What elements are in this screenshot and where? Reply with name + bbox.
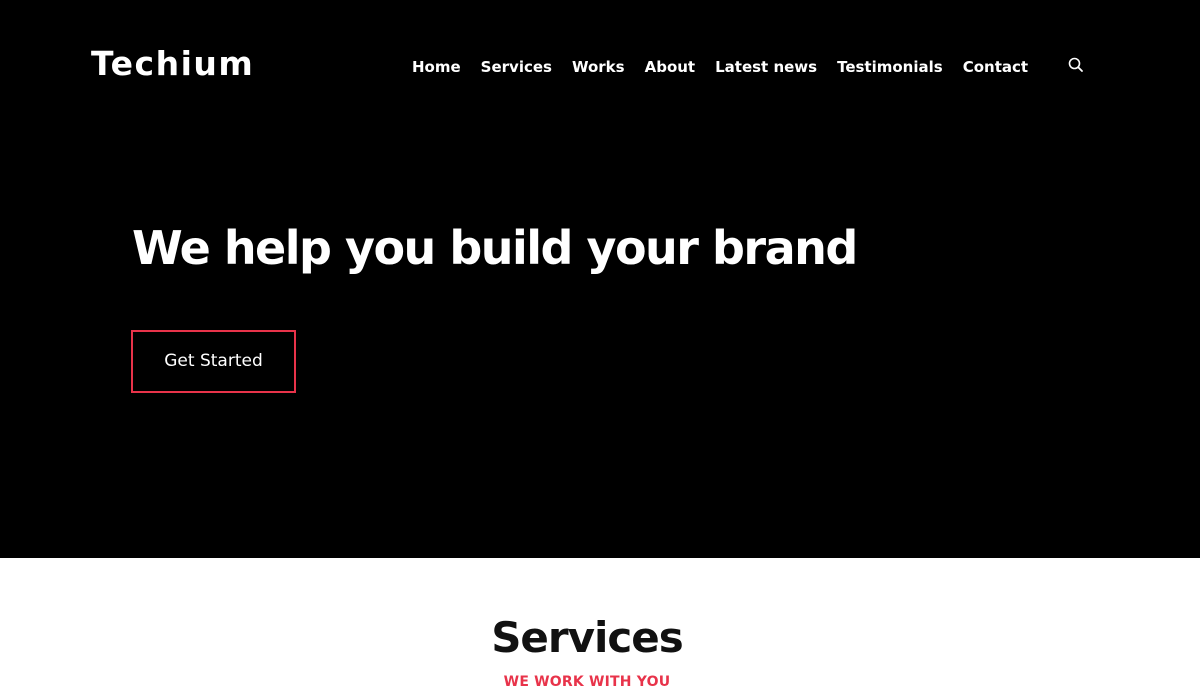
nav-item-latest-news[interactable]: Latest news [715, 56, 817, 78]
page: Techium Home Services Works About Latest… [0, 0, 1200, 695]
search-icon-svg [1068, 57, 1083, 72]
nav-item-services[interactable]: Services [481, 56, 552, 78]
hero-section: Techium Home Services Works About Latest… [0, 0, 1200, 558]
hero-title: We help you build your brand [132, 221, 858, 275]
nav-item-testimonials[interactable]: Testimonials [837, 56, 943, 78]
site-logo[interactable]: Techium [91, 44, 254, 84]
nav-item-works[interactable]: Works [572, 56, 625, 78]
get-started-button[interactable]: Get Started [131, 330, 296, 393]
services-section: Services WE WORK WITH YOU [0, 558, 1200, 695]
nav-item-contact[interactable]: Contact [963, 56, 1028, 78]
nav-item-about[interactable]: About [645, 56, 696, 78]
search-icon[interactable] [1067, 56, 1085, 74]
services-subtitle: WE WORK WITH YOU [503, 674, 671, 690]
nav-item-home[interactable]: Home [412, 56, 461, 78]
services-title: Services [491, 613, 684, 662]
main-nav: Home Services Works About Latest news Te… [412, 56, 1048, 78]
